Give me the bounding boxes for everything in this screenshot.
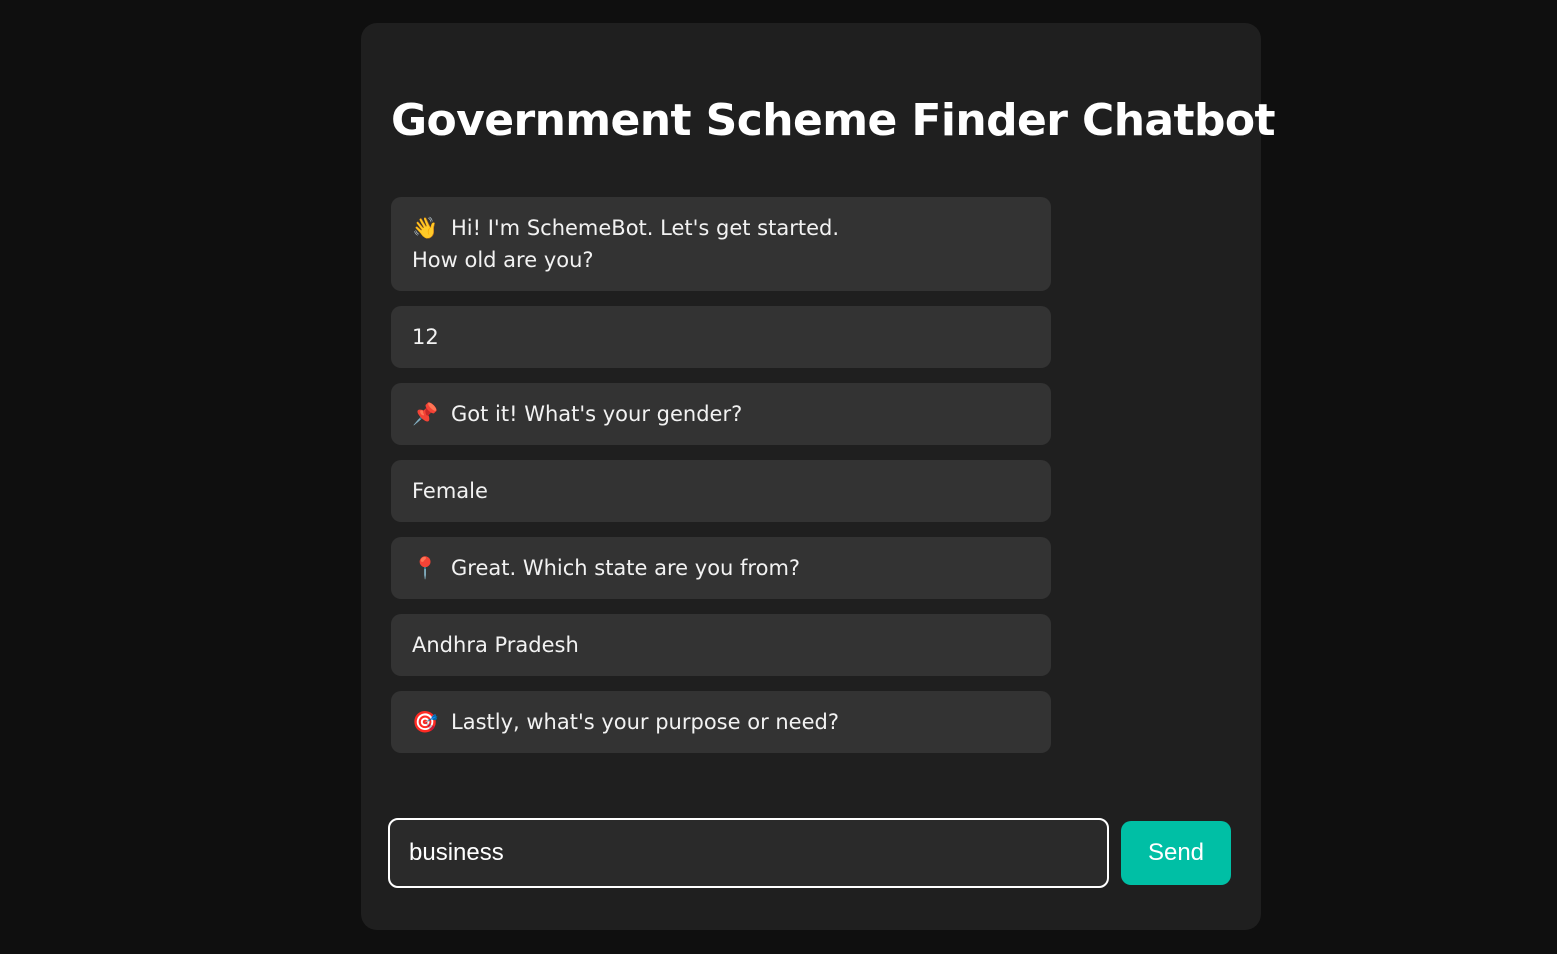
waving-hand-icon: 👋: [412, 216, 439, 240]
round-pushpin-icon: 📍: [412, 556, 439, 580]
message-list: 👋 Hi! I'm SchemeBot. Let's get started. H…: [391, 197, 1051, 753]
message-text: Female: [412, 479, 488, 503]
chat-input[interactable]: [388, 818, 1109, 888]
user-message: Andhra Pradesh: [391, 614, 1051, 676]
bot-message: 🎯 Lastly, what's your purpose or need?: [391, 691, 1051, 753]
bot-message: 📍 Great. Which state are you from?: [391, 537, 1051, 599]
message-text: Got it! What's your gender?: [451, 402, 743, 426]
bot-message: 📌 Got it! What's your gender?: [391, 383, 1051, 445]
chat-card: Government Scheme Finder Chatbot 👋 Hi! I'…: [361, 23, 1276, 930]
target-icon: 🎯: [412, 710, 439, 734]
message-text: Hi! I'm SchemeBot. Let's get started. Ho…: [412, 216, 840, 272]
message-text: Great. Which state are you from?: [451, 556, 801, 580]
pushpin-icon: 📌: [412, 402, 439, 426]
user-message: Female: [391, 460, 1051, 522]
message-text: 12: [412, 325, 439, 349]
send-button[interactable]: Send: [1121, 821, 1231, 885]
message-text: Lastly, what's your purpose or need?: [451, 710, 839, 734]
bot-message: 👋 Hi! I'm SchemeBot. Let's get started. H…: [391, 197, 1051, 291]
page-title: Government Scheme Finder Chatbot: [391, 95, 1276, 146]
message-text: Andhra Pradesh: [412, 633, 579, 657]
user-message: 12: [391, 306, 1051, 368]
chat-input-row: Send: [388, 818, 1231, 888]
